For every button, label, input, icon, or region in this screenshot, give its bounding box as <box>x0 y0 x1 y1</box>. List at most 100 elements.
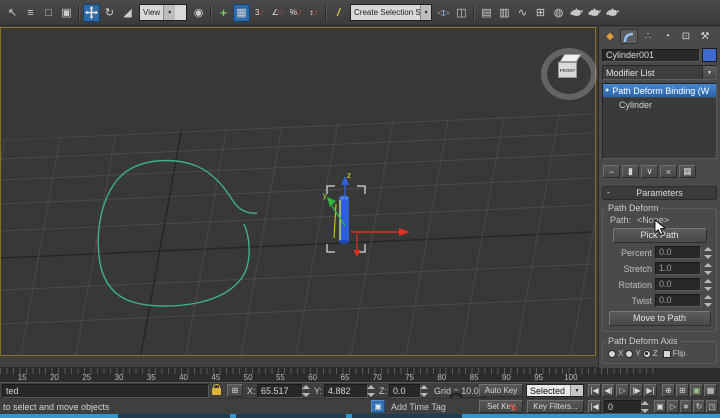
stack-item-cylinder[interactable]: Cylinder <box>603 97 716 111</box>
schematic-view-icon[interactable]: ⊞ <box>532 4 549 22</box>
go-to-start-icon[interactable]: |◀ <box>588 400 601 413</box>
reference-coordinate-dropdown[interactable]: View ▼ <box>139 4 187 21</box>
show-end-result-icon[interactable]: ▮ <box>622 165 639 178</box>
tab-hierarchy-icon[interactable]: ∴ <box>639 29 657 44</box>
coord-z-spinner[interactable] <box>420 385 429 397</box>
tab-motion-icon[interactable]: ◔ <box>658 29 676 44</box>
dropdown-arrow-icon[interactable]: ▼ <box>570 385 583 396</box>
modifier-list-dropdown[interactable]: Modifier List ▼ <box>602 65 717 80</box>
rotation-field[interactable]: 0.0 <box>655 278 701 291</box>
zoom-region-icon[interactable]: ▣ <box>654 400 666 413</box>
keyboard-override-icon[interactable]: ▦ <box>233 3 250 22</box>
align-icon[interactable]: ◫ <box>453 4 470 22</box>
use-pivot-center-icon[interactable]: ◉ <box>190 4 207 22</box>
stack-item-path-deform[interactable]: ● Path Deform Binding (W <box>603 84 716 97</box>
viewport-perspective[interactable]: z y FRONT <box>0 27 597 356</box>
current-frame-field[interactable]: 0 <box>604 400 642 414</box>
visibility-bulb-icon[interactable]: ● <box>605 87 609 94</box>
timeline-ruler[interactable]: 15 20 25 30 35 40 45 50 55 60 65 70 75 80 85 90 … <box>0 368 720 382</box>
arc-rotate-icon[interactable]: ↻ <box>693 400 705 413</box>
zoom-icon[interactable]: ⊕ <box>662 384 675 397</box>
gizmo-y-arrow[interactable] <box>327 197 336 207</box>
parameters-rollout-header[interactable]: - Parameters <box>602 186 717 200</box>
twist-field[interactable]: 0.0 <box>655 294 701 307</box>
key-selection-dropdown[interactable]: Selected ▼ <box>526 384 584 397</box>
snap-toggle-3d-icon[interactable]: 3 ∩ <box>251 4 268 22</box>
zoom-extents-all-icon[interactable]: ▦ <box>704 384 717 397</box>
coord-y-field[interactable]: 4.882 <box>324 384 368 398</box>
render-setup-icon[interactable] <box>568 4 585 22</box>
coord-x-field[interactable]: 65.517 <box>257 384 303 398</box>
spinner-snap-icon[interactable]: ↕ ∩ <box>305 4 322 22</box>
material-editor-icon[interactable]: ◍ <box>550 4 567 22</box>
maximize-viewport-icon[interactable]: ◳ <box>706 400 718 413</box>
select-manipulate-icon[interactable]: + <box>215 4 232 22</box>
zoom-extents-icon[interactable]: ▣ <box>690 384 703 397</box>
frame-spinner[interactable] <box>641 401 650 413</box>
track-bar[interactable] <box>0 356 598 368</box>
dropdown-arrow-icon[interactable]: ▼ <box>702 66 716 79</box>
percent-spinner[interactable] <box>704 246 713 259</box>
remove-modifier-icon[interactable]: × <box>660 165 677 178</box>
selection-region-icon[interactable]: □ <box>40 4 57 22</box>
zoom-all-icon[interactable]: ⊞ <box>676 384 689 397</box>
select-move-icon[interactable] <box>83 3 100 22</box>
time-tag-icon[interactable]: ▣ <box>371 400 385 413</box>
select-scale-icon[interactable]: ◢ <box>119 4 136 22</box>
stretch-spinner[interactable] <box>704 262 713 275</box>
scene-explorer-icon[interactable]: ▥ <box>496 4 513 22</box>
tab-display-icon[interactable]: ⊡ <box>677 29 695 44</box>
axis-z-radio[interactable] <box>642 349 651 358</box>
object-color-swatch[interactable] <box>702 48 717 62</box>
select-rotate-icon[interactable]: ↻ <box>101 4 118 22</box>
window-crossing-icon[interactable]: ▣ <box>58 4 75 22</box>
next-frame-button[interactable]: |▶ <box>630 384 643 397</box>
viewcube-front-face[interactable]: FRONT <box>558 62 577 78</box>
tab-modify-icon[interactable] <box>620 29 638 44</box>
curve-editor-icon[interactable]: ∿ <box>514 4 531 22</box>
percent-snap-icon[interactable]: % ∩ <box>287 4 304 22</box>
make-unique-icon[interactable]: ∨ <box>641 165 658 178</box>
absolute-mode-icon[interactable]: ⊞ <box>227 384 243 397</box>
rollout-collapse-icon[interactable]: - <box>607 187 610 197</box>
play-button[interactable]: ▷ <box>616 384 629 397</box>
add-time-tag-label[interactable]: Add Time Tag <box>391 402 446 412</box>
rotation-spinner[interactable] <box>704 278 713 291</box>
flip-checkbox[interactable] <box>662 349 671 358</box>
field-of-view-icon[interactable]: ▷ <box>667 400 679 413</box>
coord-z-field[interactable]: 0.0 <box>389 384 421 398</box>
viewport-canvas[interactable]: z y <box>1 28 595 355</box>
axis-x-radio[interactable] <box>608 349 616 358</box>
angle-snap-icon[interactable]: ∠ ∩ <box>269 4 286 22</box>
key-filters-button[interactable]: Key Filters... <box>527 400 584 413</box>
stretch-field[interactable]: 1.0 <box>655 262 701 275</box>
object-name-field[interactable]: Cylinder001 <box>602 48 700 62</box>
dropdown-arrow-icon[interactable]: ▼ <box>163 5 176 20</box>
viewcube[interactable]: FRONT <box>539 44 597 100</box>
new-key-tangent-icon[interactable]: ∿ <box>508 400 518 414</box>
configure-modifier-sets-icon[interactable]: ▦ <box>679 165 696 178</box>
tab-create-icon[interactable]: ◆ <box>601 29 619 44</box>
tab-utilities-icon[interactable]: ⚒ <box>696 29 714 44</box>
move-to-path-button[interactable]: Move to Path <box>608 311 711 326</box>
pan-icon[interactable]: ∗ <box>680 400 692 413</box>
select-object-icon[interactable]: ↖ <box>4 4 21 22</box>
pin-stack-icon[interactable]: − <box>603 165 620 178</box>
select-by-name-icon[interactable]: ≡ <box>22 4 39 22</box>
viewcube-cube[interactable]: FRONT <box>558 54 582 78</box>
edit-named-selection-sets-icon[interactable]: / <box>330 4 347 22</box>
twist-spinner[interactable] <box>704 294 713 307</box>
previous-frame-button[interactable]: ◀| <box>602 384 615 397</box>
named-selection-set-dropdown[interactable]: Create Selection Se ▼ <box>350 4 432 21</box>
gizmo-x-arrow[interactable] <box>399 228 410 236</box>
rendered-frame-window-icon[interactable] <box>586 4 603 22</box>
coord-y-spinner[interactable] <box>367 385 376 397</box>
selection-lock-icon[interactable] <box>212 384 221 395</box>
axis-y-radio[interactable] <box>625 349 634 358</box>
dropdown-arrow-icon[interactable]: ▼ <box>420 5 431 20</box>
mirror-icon[interactable]: ◁▷ <box>435 4 452 22</box>
layer-manager-icon[interactable]: ▤ <box>478 4 495 22</box>
go-to-start-button[interactable]: |◀ <box>588 384 601 397</box>
render-production-icon[interactable] <box>604 4 621 22</box>
go-to-end-button[interactable]: ▶| <box>644 384 657 397</box>
